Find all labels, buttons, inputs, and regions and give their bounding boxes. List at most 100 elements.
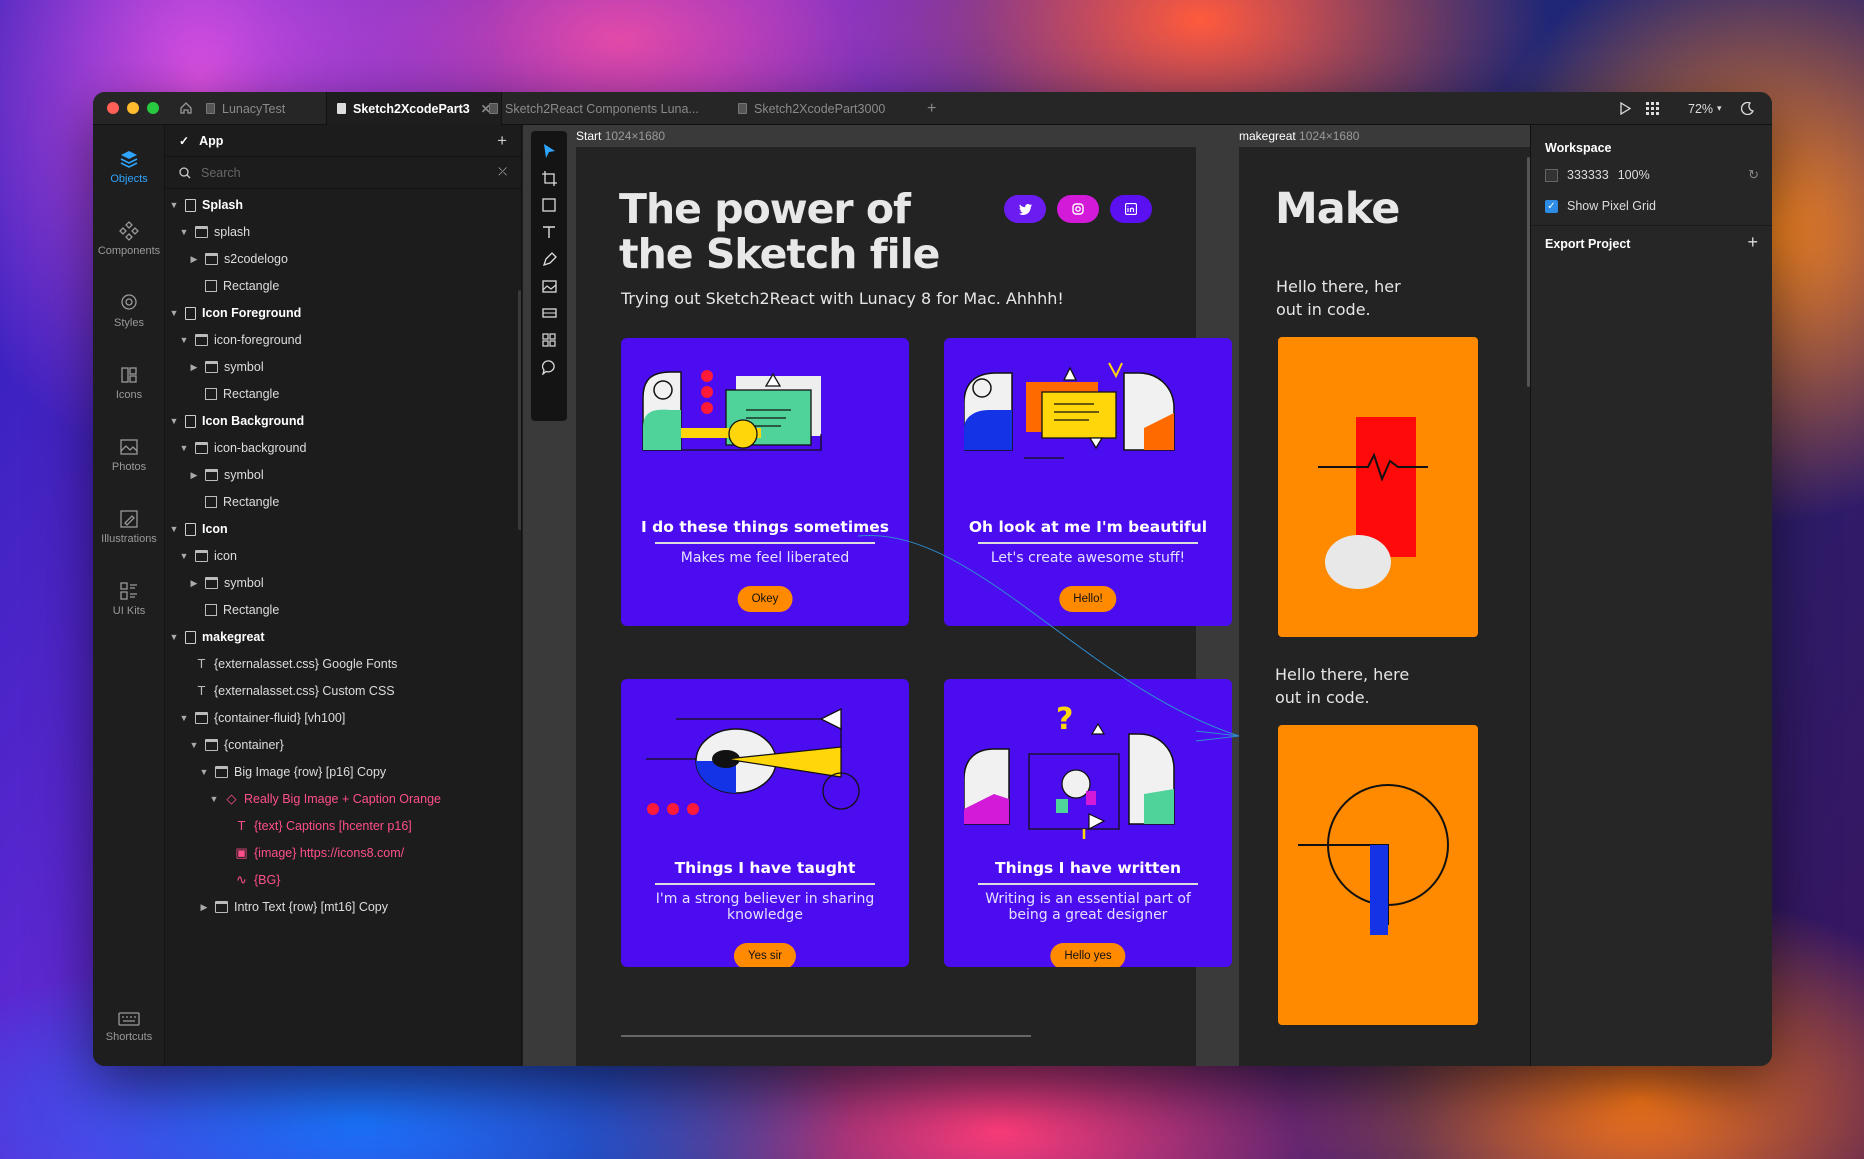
card-1[interactable]: I do these things sometimes Makes me fee… <box>621 338 909 626</box>
disclosure-closed-icon[interactable]: ▶ <box>199 902 209 913</box>
layer-row[interactable]: ▶ Intro Text {row} [mt16] Copy <box>199 891 388 923</box>
disclosure-open-icon[interactable]: ▼ <box>179 335 189 345</box>
disclosure-open-icon[interactable]: ▼ <box>169 524 179 534</box>
artboard-icon <box>541 170 557 186</box>
symbol-icon: ◇ <box>226 791 237 806</box>
disclosure-open-icon[interactable]: ▼ <box>169 308 179 318</box>
text-layer-icon: T <box>237 818 246 833</box>
tools-palette <box>531 131 567 421</box>
rail-components[interactable]: Components <box>93 221 165 257</box>
rail-illustrations[interactable]: Illustrations <box>93 509 165 545</box>
text-layer-icon: T <box>197 656 206 671</box>
disclosure-closed-icon[interactable]: ▶ <box>189 254 199 265</box>
disclosure-closed-icon[interactable]: ▶ <box>189 470 199 481</box>
card-2[interactable]: Oh look at me I'm beautiful Let's create… <box>944 338 1232 626</box>
inspector-scrollbar[interactable] <box>1527 157 1530 387</box>
add-export-icon[interactable]: + <box>1747 232 1758 253</box>
reset-icon[interactable]: ↻ <box>1748 167 1759 183</box>
disclosure-open-icon[interactable]: ▼ <box>169 632 179 642</box>
illustrations-icon <box>120 510 138 528</box>
left-rail: Objects Components Styles Icons Photos I… <box>93 125 165 1066</box>
card-title: Things I have taught <box>674 859 856 877</box>
checkbox-checked-icon[interactable]: ✓ <box>1545 199 1558 213</box>
rail-shortcuts[interactable]: Shortcuts <box>93 1011 165 1043</box>
tab-sketch2react-components[interactable]: Sketch2React Components Luna... <box>489 92 699 125</box>
rail-objects[interactable]: Objects <box>93 149 165 185</box>
artboard-label-makegreat[interactable]: makegreat 1024×1680 <box>1239 129 1359 143</box>
disclosure-open-icon[interactable]: ▼ <box>179 227 189 237</box>
linkedin-button[interactable] <box>1110 195 1152 223</box>
artboard-label-start[interactable]: Start 1024×1680 <box>576 129 665 143</box>
add-page-icon[interactable]: + <box>497 131 507 151</box>
rail-styles[interactable]: Styles <box>93 293 165 329</box>
instagram-button[interactable] <box>1057 195 1099 223</box>
page-selector[interactable]: ✓ App + <box>165 125 521 157</box>
artboard-start[interactable]: The power of the Sketch file Trying out … <box>576 147 1232 1066</box>
color-hex-value[interactable]: 333333 <box>1567 168 1609 182</box>
card-title: Things I have written <box>995 859 1181 877</box>
title-bar: LunacyTest Sketch2XcodePart3 ✕ Sketch2Rea… <box>93 92 1772 125</box>
rectangle-icon <box>205 496 217 508</box>
disclosure-open-icon[interactable]: ▼ <box>169 416 179 426</box>
folder-icon <box>205 361 218 373</box>
folder-icon <box>215 901 228 913</box>
layer-label: Big Image {row} [p16] Copy <box>234 765 387 779</box>
disclosure-open-icon[interactable]: ▼ <box>209 794 219 804</box>
rail-photos[interactable]: Photos <box>93 437 165 473</box>
layer-search[interactable]: Search ⤫ <box>165 157 521 189</box>
disclosure-open-icon[interactable]: ▼ <box>179 551 189 561</box>
search-input[interactable]: Search <box>201 166 241 180</box>
add-tab-button[interactable]: + <box>927 92 936 125</box>
minimize-window-button[interactable] <box>127 102 139 114</box>
card-button[interactable]: Okey <box>737 586 793 612</box>
zoom-dropdown[interactable]: 72% ▾ <box>1688 92 1722 125</box>
disclosure-open-icon[interactable]: ▼ <box>179 443 189 453</box>
tab-sketch2xcodepart3000[interactable]: Sketch2XcodePart3000 <box>738 92 885 125</box>
layer-label: icon-foreground <box>214 333 302 347</box>
twitter-button[interactable] <box>1004 195 1046 223</box>
disclosure-open-icon[interactable]: ▼ <box>179 713 189 723</box>
instagram-icon <box>1072 203 1084 215</box>
layer-label: s2codelogo <box>224 252 288 266</box>
canvas[interactable]: Start 1024×1680 makegreat 1024×1680 The … <box>523 125 1623 1066</box>
maximize-window-button[interactable] <box>147 102 159 114</box>
opacity-value[interactable]: 100% <box>1618 168 1650 182</box>
layer-label: Icon Foreground <box>202 306 302 320</box>
grid-icon[interactable] <box>1646 92 1659 125</box>
show-pixel-grid-row[interactable]: ✓ Show Pixel Grid <box>1545 199 1656 213</box>
color-swatch[interactable] <box>1545 168 1558 182</box>
disclosure-open-icon[interactable]: ▼ <box>189 740 199 750</box>
card-3[interactable]: Things I have taught I'm a strong believ… <box>621 679 909 967</box>
home-icon[interactable] <box>179 101 193 120</box>
layers-scrollbar[interactable] <box>518 290 521 530</box>
disclosure-closed-icon[interactable]: ▶ <box>189 578 199 589</box>
card-button[interactable]: Yes sir <box>733 943 797 967</box>
workspace-color-row[interactable]: 333333 100% ↻ <box>1545 167 1759 183</box>
tab-sketch2xcodepart3[interactable]: Sketch2XcodePart3 ✕ <box>326 92 502 125</box>
rectangle-icon <box>205 280 217 292</box>
folder-icon <box>205 577 218 589</box>
disclosure-open-icon[interactable]: ▼ <box>169 200 179 210</box>
makegreat-paragraph-2: Hello there, here out in code. <box>1275 665 1410 707</box>
disclosure-closed-icon[interactable]: ▶ <box>189 362 199 373</box>
card-divider <box>978 542 1198 544</box>
layer-label: {image} https://icons8.com/ <box>254 846 405 860</box>
rail-icons[interactable]: Icons <box>93 365 165 401</box>
dark-mode-icon[interactable] <box>1741 92 1754 125</box>
play-icon[interactable] <box>1619 92 1631 125</box>
card-description: I'm a strong believer in sharing knowled… <box>655 891 875 923</box>
hero-subtitle: Trying out Sketch2React with Lunacy 8 fo… <box>621 289 1064 308</box>
collapse-all-icon[interactable]: ⤫ <box>498 166 507 179</box>
card-button[interactable]: Hello yes <box>1050 943 1126 967</box>
makegreat-heading: Make <box>1275 184 1400 234</box>
close-window-button[interactable] <box>107 102 119 114</box>
comment-tool[interactable] <box>531 351 567 383</box>
tab-lunacytest[interactable]: LunacyTest <box>206 92 285 125</box>
layer-label: {container} <box>224 738 284 752</box>
rail-ui-kits[interactable]: UI Kits <box>93 581 165 617</box>
card-4[interactable]: ? Things I have written Writing is an es… <box>944 679 1232 967</box>
disclosure-open-icon[interactable]: ▼ <box>199 767 209 777</box>
svg-text:?: ? <box>1056 702 1073 737</box>
card-button[interactable]: Hello! <box>1059 586 1117 612</box>
card-description: Writing is an essential part of being a … <box>985 891 1191 923</box>
